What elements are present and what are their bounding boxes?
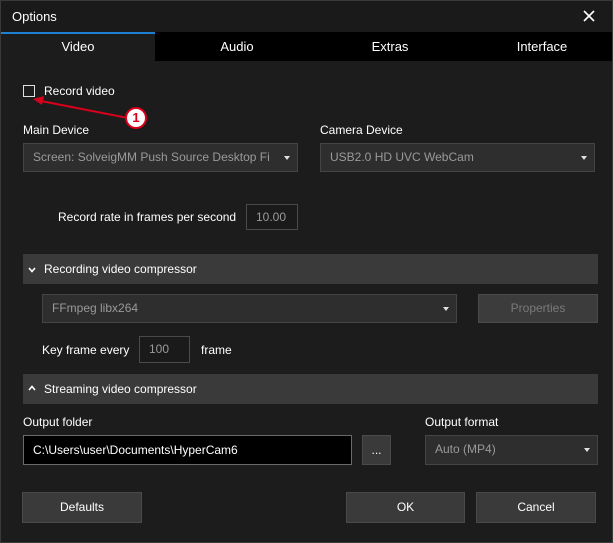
close-icon[interactable] — [580, 7, 598, 25]
output-folder-label: Output folder — [23, 415, 93, 429]
tab-extras[interactable]: Extras — [313, 32, 467, 61]
tab-video[interactable]: Video — [1, 32, 155, 61]
recording-codec-select[interactable]: FFmpeg libx264 — [42, 294, 457, 323]
chevron-down-icon — [28, 267, 36, 273]
camera-device-label: Camera Device — [320, 123, 403, 137]
chevron-down-icon — [443, 307, 449, 311]
chevron-up-icon — [28, 385, 36, 391]
output-format-label: Output format — [425, 415, 499, 429]
streaming-compressor-header[interactable]: Streaming video compressor — [23, 374, 598, 404]
title-bar: Options — [1, 1, 612, 32]
key-frame-suffix: frame — [201, 343, 232, 357]
main-device-value: Screen: SolveigMM Push Source Desktop Fi — [33, 150, 270, 164]
chevron-down-icon — [581, 156, 587, 160]
recording-codec-value: FFmpeg libx264 — [52, 301, 139, 315]
browse-button[interactable]: ... — [362, 435, 391, 465]
chevron-down-icon — [584, 448, 590, 452]
recording-compressor-header[interactable]: Recording video compressor — [23, 254, 598, 284]
chevron-down-icon — [284, 156, 290, 160]
key-frame-label: Key frame every — [42, 343, 130, 357]
output-format-select[interactable]: Auto (MP4) — [425, 435, 598, 465]
key-frame-input[interactable]: 100 — [139, 336, 190, 363]
ok-button[interactable]: OK — [346, 492, 465, 523]
tab-interface[interactable]: Interface — [465, 32, 613, 61]
recording-compressor-title: Recording video compressor — [44, 262, 197, 276]
camera-device-value: USB2.0 HD UVC WebCam — [330, 150, 474, 164]
camera-device-select[interactable]: USB2.0 HD UVC WebCam — [320, 143, 595, 172]
record-video-label: Record video — [44, 84, 115, 98]
cancel-button[interactable]: Cancel — [476, 492, 596, 523]
record-video-checkbox[interactable] — [23, 85, 35, 97]
defaults-button[interactable]: Defaults — [22, 492, 142, 523]
properties-button[interactable]: Properties — [478, 294, 598, 323]
record-rate-label: Record rate in frames per second — [58, 210, 237, 224]
tab-bar: Video Audio Extras Interface — [1, 32, 612, 61]
annotation-badge: 1 — [125, 107, 147, 129]
window-title: Options — [12, 9, 57, 24]
output-folder-input[interactable]: C:\Users\user\Documents\HyperCam6 — [23, 435, 352, 465]
output-format-value: Auto (MP4) — [435, 442, 496, 456]
streaming-compressor-title: Streaming video compressor — [44, 382, 197, 396]
record-rate-input[interactable]: 10.00 — [246, 204, 298, 230]
options-dialog: Options Video Audio Extras Interface Rec… — [0, 0, 613, 543]
main-device-label: Main Device — [23, 123, 90, 137]
tab-audio[interactable]: Audio — [160, 32, 314, 61]
main-device-select[interactable]: Screen: SolveigMM Push Source Desktop Fi — [23, 143, 298, 172]
annotation-number: 1 — [132, 110, 140, 125]
